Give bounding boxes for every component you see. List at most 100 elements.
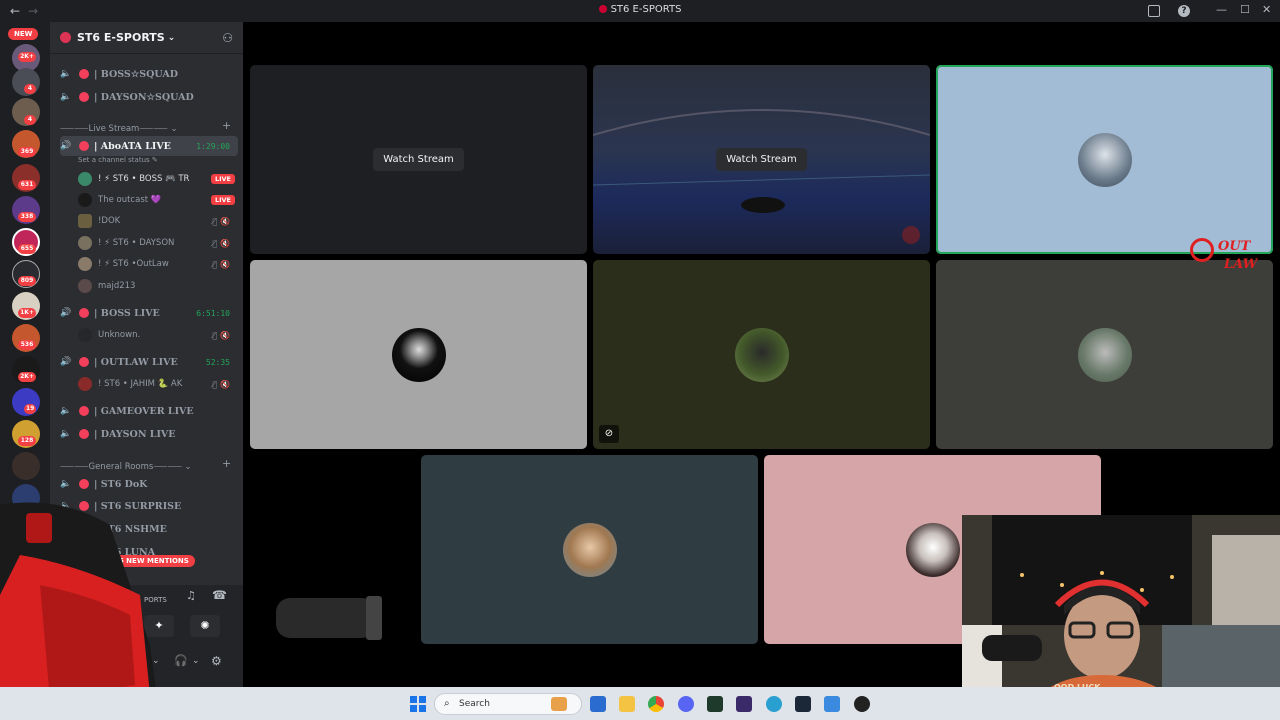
window-title: ST6 E-SPORTS <box>0 4 1280 15</box>
status-dot <box>79 69 89 79</box>
channel-label: | OUTLAW LIVE <box>94 356 178 368</box>
badge: 338 <box>18 212 36 222</box>
microphone-image <box>276 596 382 640</box>
member-name: Unknown. <box>98 330 141 340</box>
headphones-icon[interactable]: 🎧 <box>174 654 188 667</box>
participant-tile[interactable] <box>421 455 758 644</box>
speaker-live-icon: 🔊 <box>60 357 72 367</box>
channel-label: | AboATA LIVE <box>94 140 171 152</box>
edge-icon[interactable] <box>766 696 782 712</box>
avatar <box>78 193 92 207</box>
new-unreads-pill[interactable]: NEW <box>8 28 39 40</box>
voice-member[interactable]: ! ⚡ ST6 •OutLaw 🎙̸🔇 <box>78 254 235 274</box>
minimize-button[interactable]: — <box>1216 3 1227 16</box>
logo-text: OUT <box>1218 239 1251 254</box>
stream-tile[interactable]: Watch Stream <box>250 65 587 254</box>
add-channel-icon[interactable]: + <box>222 119 231 132</box>
participant-tile[interactable]: ⊘ <box>593 260 930 449</box>
search-placeholder: Search <box>459 699 490 709</box>
voice-channel[interactable]: 🔊 | OUTLAW LIVE 52:35 <box>60 352 238 372</box>
server-logo-icon <box>598 5 607 13</box>
badge: 4 <box>24 115 36 125</box>
voice-member[interactable]: Unknown. 🎙̸🔇 <box>78 325 235 345</box>
chevron-down-icon[interactable]: ⌄ <box>192 656 200 666</box>
watch-stream-button[interactable]: Watch Stream <box>373 148 464 171</box>
noise-suppression-button[interactable]: ✺ <box>190 615 220 637</box>
voice-channel-active[interactable]: 🔊 | AboATA LIVE 1:29:00 <box>60 136 238 156</box>
gear-icon[interactable]: ⚙ <box>211 654 222 668</box>
status-dot <box>79 141 89 151</box>
disconnect-icon[interactable]: ☎ <box>212 588 227 602</box>
member-name: The outcast 💜 <box>98 195 162 205</box>
soundboard-icon[interactable]: ♫ <box>186 589 196 602</box>
muted-deafened-icon: 🎙̸🔇 <box>212 330 233 340</box>
maximize-button[interactable]: ☐ <box>1240 3 1250 16</box>
guild-name: ST6 E-SPORTS <box>77 31 165 44</box>
inbox-icon[interactable] <box>1148 5 1160 17</box>
avatar <box>78 377 92 391</box>
voice-member[interactable]: majd213 <box>78 276 235 296</box>
search-highlight-icon <box>551 697 567 711</box>
voice-member[interactable]: ! ⚡ ST6 • BOSS 🎮 TR LIVE <box>78 169 235 189</box>
guild-header[interactable]: ST6 E-SPORTS ⌄ ⚇ <box>50 22 243 54</box>
file-explorer-icon[interactable] <box>619 696 635 712</box>
watch-stream-button[interactable]: Watch Stream <box>716 148 807 171</box>
voice-channel[interactable]: 🔈 | ST6 DoK <box>60 474 238 494</box>
status-dot <box>79 479 89 489</box>
chrome-icon[interactable] <box>648 696 664 712</box>
voice-channel[interactable]: 🔊 | BOSS LIVE 6:51:10 <box>60 303 238 323</box>
participant-tile[interactable] <box>936 260 1273 449</box>
avatar <box>78 172 92 186</box>
invite-people-icon[interactable]: ⚇ <box>222 31 233 45</box>
category-general-rooms[interactable]: ⸺⸺General Rooms⸺⸺ ⌄ + <box>60 457 231 472</box>
badge: 655 <box>18 244 36 254</box>
badge: 536 <box>18 340 36 350</box>
badge: 631 <box>18 180 36 190</box>
member-name: !DOK <box>98 216 121 226</box>
voice-member[interactable]: !DOK 🎙̸🔇 <box>78 211 235 231</box>
voice-channel[interactable]: 🔈 | DAYSON☆SQUAD <box>60 87 238 107</box>
voice-channel[interactable]: 🔈 | BOSS☆SQUAD <box>60 64 238 84</box>
channel-timer: 1:29:00 <box>196 141 230 151</box>
badge: 1K+ <box>18 308 36 318</box>
voice-member[interactable]: ! ⚡ ST6 • DAYSON 🎙̸🔇 <box>78 233 235 253</box>
xbox-icon[interactable] <box>707 696 723 712</box>
category-live-stream[interactable]: ⸺⸺Live Stream⸺⸺ ⌄ + <box>60 119 231 134</box>
channel-label: | BOSS LIVE <box>94 307 160 319</box>
voice-channel[interactable]: 🔈 | GAMEOVER LIVE <box>60 401 238 421</box>
server-icon[interactable] <box>12 452 40 480</box>
member-name: ! ⚡ ST6 • BOSS 🎮 TR <box>98 174 190 184</box>
participant-tile[interactable] <box>250 260 587 449</box>
obs-icon[interactable] <box>854 696 870 712</box>
channel-status[interactable]: Set a channel status ✎ <box>78 156 158 164</box>
help-icon[interactable]: ? <box>1178 5 1190 17</box>
app-icon[interactable] <box>824 696 840 712</box>
avatar <box>391 327 446 382</box>
member-name: majd213 <box>98 281 136 291</box>
voice-member[interactable]: The outcast 💜 LIVE <box>78 190 235 210</box>
voice-channel[interactable]: 🔈 | DAYSON LIVE <box>60 424 238 444</box>
participant-tile-speaking[interactable] <box>936 65 1273 254</box>
taskbar-search[interactable]: ⌕ Search <box>434 693 582 715</box>
discord-icon[interactable] <box>678 696 694 712</box>
app-icon[interactable] <box>736 696 752 712</box>
muted-deafened-icon: 🎙̸🔇 <box>212 379 233 389</box>
close-button[interactable]: ✕ <box>1262 3 1271 16</box>
chevron-down-icon: ⌄ <box>170 124 178 134</box>
search-icon: ⌕ <box>444 698 450 709</box>
status-dot <box>79 406 89 416</box>
live-badge: LIVE <box>210 174 235 184</box>
add-channel-icon[interactable]: + <box>222 457 231 470</box>
steam-icon[interactable] <box>795 696 811 712</box>
voice-member[interactable]: ! ST6 • JAHIM 🐍 AK 🎙̸🔇 <box>78 374 235 394</box>
task-view-icon[interactable] <box>590 696 606 712</box>
channel-label: | GAMEOVER LIVE <box>94 405 194 417</box>
start-button[interactable] <box>410 696 426 712</box>
avatar <box>78 214 92 228</box>
stream-tile[interactable]: Watch Stream <box>593 65 930 254</box>
chevron-down-icon: ⌄ <box>167 32 176 43</box>
badge: 4 <box>24 84 36 94</box>
windows-taskbar: ⌕ Search <box>0 687 1280 720</box>
live-badge: LIVE <box>210 195 235 205</box>
avatar <box>78 328 92 342</box>
